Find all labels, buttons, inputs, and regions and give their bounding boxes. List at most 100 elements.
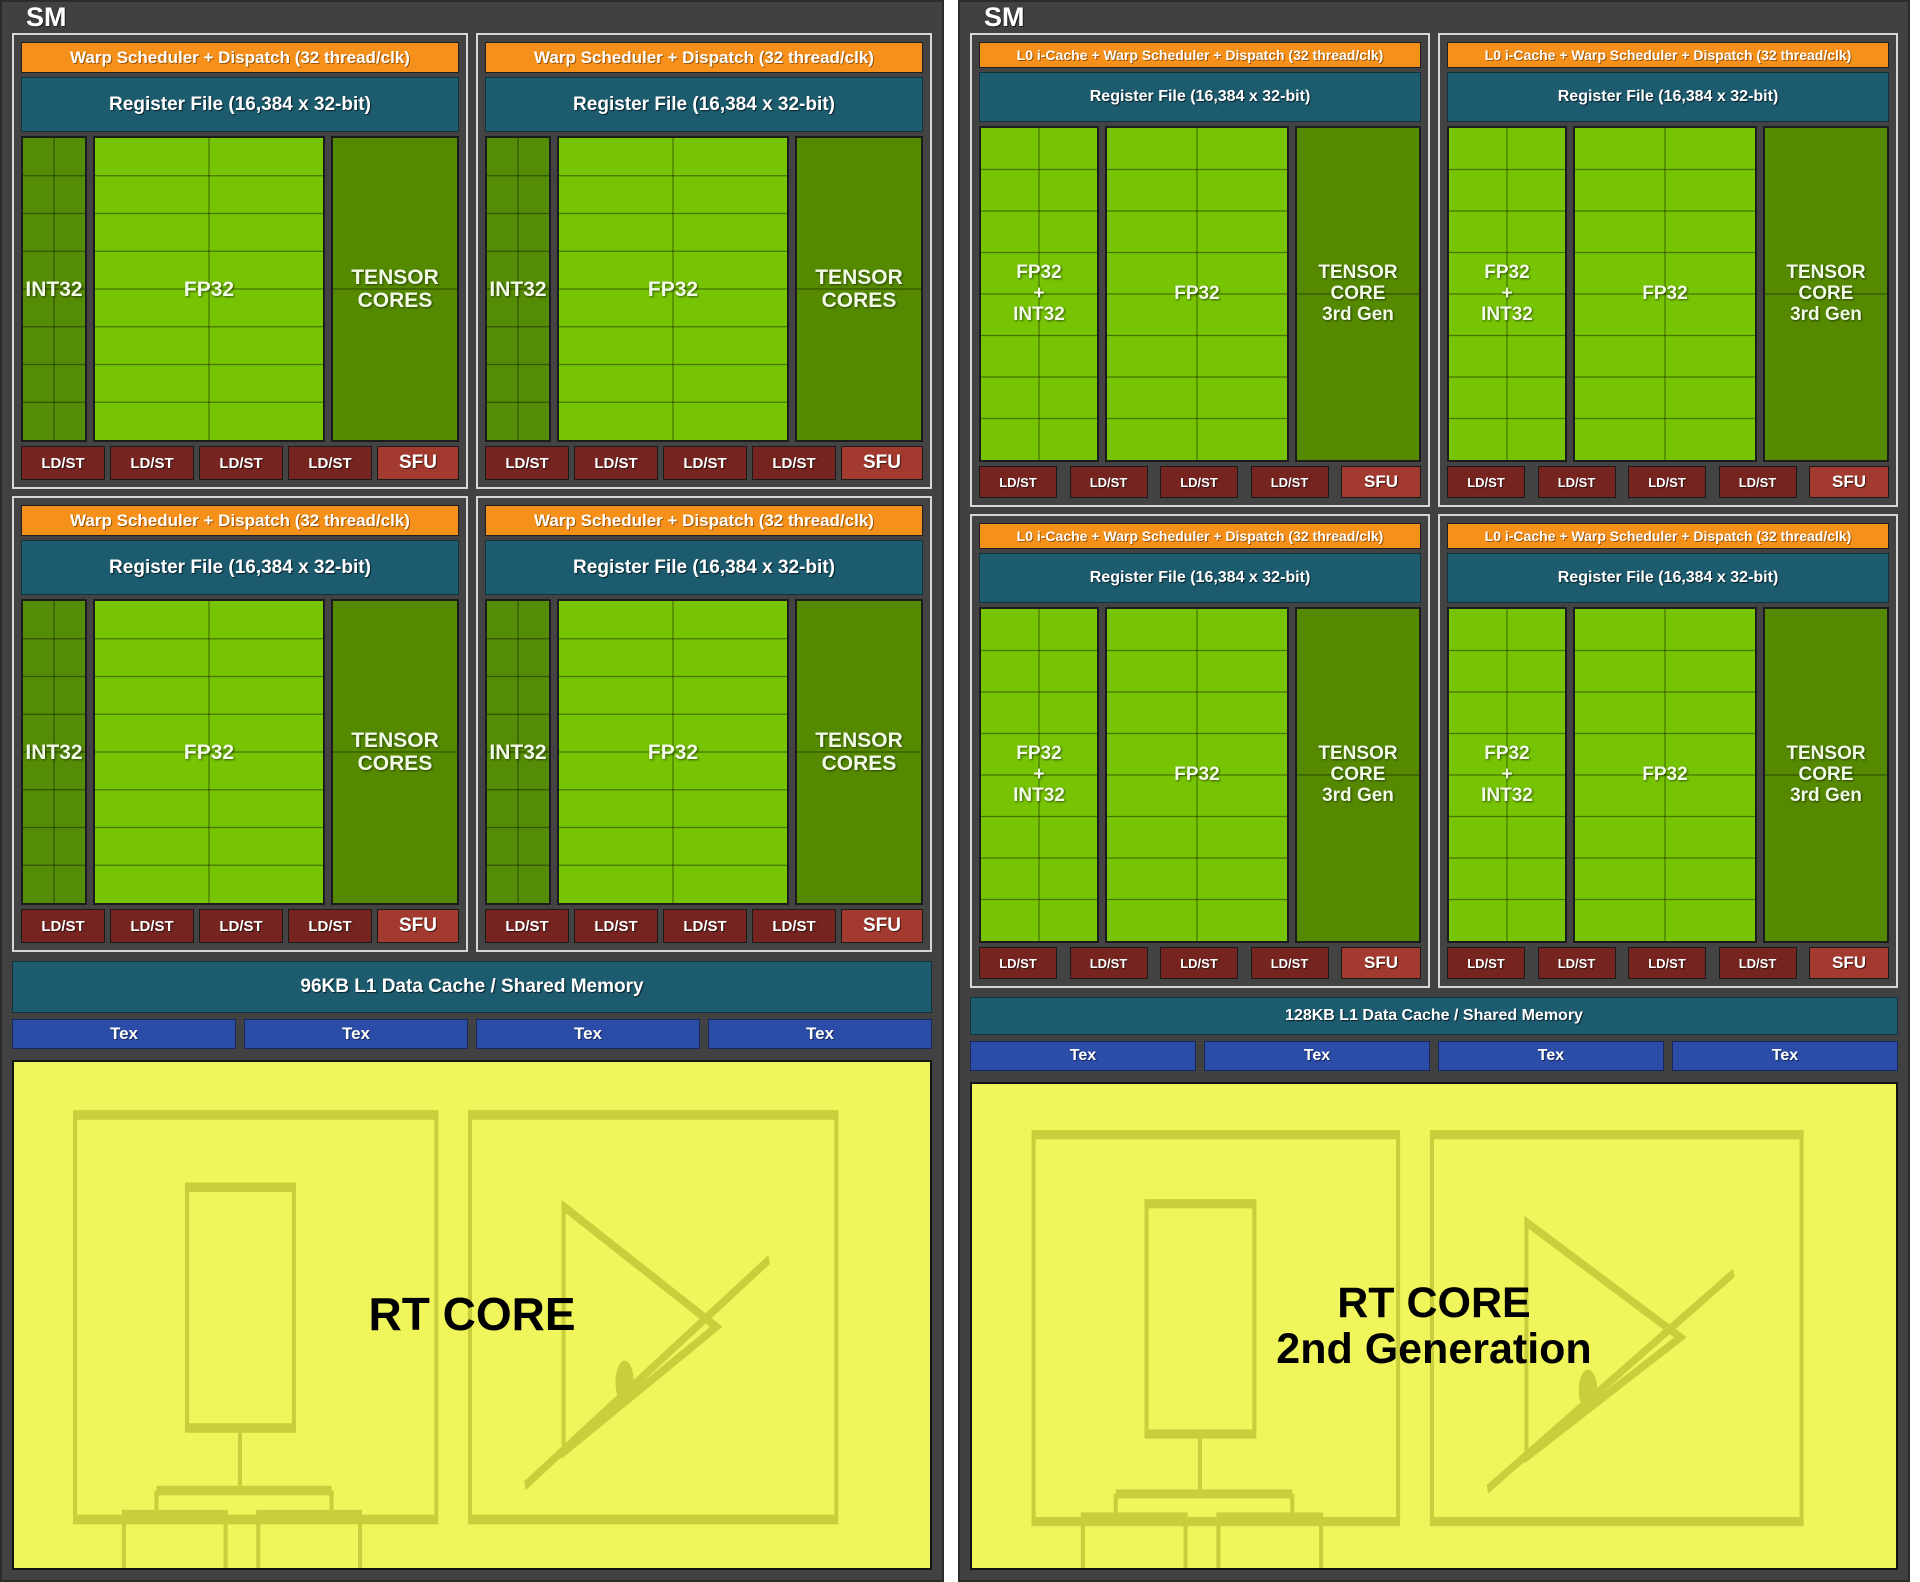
ldst-unit: LD/ST bbox=[110, 909, 194, 944]
core-grid-overlay bbox=[1297, 609, 1419, 941]
int32-core-column: INT32 bbox=[21, 136, 87, 443]
ldst-unit: LD/ST bbox=[1160, 466, 1238, 499]
ldst-unit: LD/ST bbox=[752, 909, 836, 944]
warp-scheduler-bar: Warp Scheduler + Dispatch (32 thread/clk… bbox=[21, 42, 459, 74]
core-grid-overlay bbox=[95, 138, 323, 440]
right-spb-row-top: L0 i-Cache + Warp Scheduler + Dispatch (… bbox=[970, 33, 1898, 508]
l0-icache-warp-scheduler-bar: L0 i-Cache + Warp Scheduler + Dispatch (… bbox=[979, 42, 1421, 69]
sfu-unit: SFU bbox=[841, 446, 923, 481]
ldst-unit: LD/ST bbox=[1718, 947, 1797, 980]
ldst-unit: LD/ST bbox=[1447, 466, 1525, 499]
fp32-int32-core-column: FP32 + INT32 bbox=[1447, 126, 1567, 463]
int32-label: INT32 bbox=[489, 740, 547, 764]
fp32-core-column: FP32 bbox=[93, 599, 325, 906]
tensor-core-label: TENSOR CORE 3rd Gen bbox=[1786, 262, 1866, 326]
register-file: Register File (16,384 x 32-bit) bbox=[485, 540, 923, 596]
tensor-core-label-line2: CORES bbox=[357, 752, 433, 776]
core-columns: FP32 + INT32 FP32 TENSOR CORE 3rd Gen bbox=[1447, 607, 1889, 944]
fp32-int32-core-column: FP32 + INT32 bbox=[1447, 607, 1567, 944]
core-grid-overlay bbox=[487, 138, 549, 440]
register-file: Register File (16,384 x 32-bit) bbox=[1447, 72, 1889, 123]
register-file: Register File (16,384 x 32-bit) bbox=[979, 553, 1421, 604]
fp32-label: FP32 bbox=[1642, 763, 1688, 785]
tensor-core-label: TENSOR CORE 3rd Gen bbox=[1786, 743, 1865, 807]
register-file: Register File (16,384 x 32-bit) bbox=[21, 540, 459, 596]
fp32-label: FP32 bbox=[183, 277, 235, 301]
core-grid-overlay bbox=[333, 138, 457, 440]
tensor-core-label-line2: CORE bbox=[1330, 282, 1386, 304]
tensor-core-label-line1: TENSOR bbox=[815, 266, 903, 290]
left-l1-data-cache: 96KB L1 Data Cache / Shared Memory bbox=[12, 961, 932, 1014]
core-grid-overlay bbox=[1297, 128, 1419, 460]
l0-icache-warp-scheduler-bar: L0 i-Cache + Warp Scheduler + Dispatch (… bbox=[1447, 523, 1889, 550]
tensor-core-label-line3: 3rd Gen bbox=[1790, 784, 1862, 806]
core-grid-overlay bbox=[1765, 128, 1887, 460]
left-rt-core-label: RT CORE bbox=[368, 1288, 576, 1341]
left-rt-core: RT CORE bbox=[12, 1060, 932, 1570]
right-sub-processing-block-grid: L0 i-Cache + Warp Scheduler + Dispatch (… bbox=[970, 33, 1898, 989]
sm-comparison-diagram: SM Warp Scheduler + Dispatch (32 thread/… bbox=[0, 0, 1920, 1582]
tensor-core-label-line2: CORES bbox=[821, 289, 897, 313]
ldst-unit: LD/ST bbox=[1537, 466, 1616, 499]
left-sm-title: SM bbox=[26, 2, 67, 32]
ldst-unit: LD/ST bbox=[574, 446, 658, 481]
tex-unit: Tex bbox=[12, 1019, 236, 1050]
left-sm-panel: SM Warp Scheduler + Dispatch (32 thread/… bbox=[0, 0, 944, 1582]
tensor-core-label: TENSOR CORES bbox=[815, 266, 903, 312]
tensor-core-column: TENSOR CORE 3rd Gen bbox=[1763, 607, 1889, 944]
left-tex-row: Tex Tex Tex Tex bbox=[12, 1019, 932, 1050]
left-sub-processing-block-1: Warp Scheduler + Dispatch (32 thread/clk… bbox=[12, 33, 468, 490]
core-grid-overlay bbox=[1575, 609, 1755, 941]
fp32-core-column: FP32 bbox=[557, 599, 789, 906]
fp32-int32-core-column: FP32 + INT32 bbox=[979, 607, 1099, 944]
warp-scheduler-bar: Warp Scheduler + Dispatch (32 thread/clk… bbox=[485, 505, 923, 537]
left-sub-processing-block-2: Warp Scheduler + Dispatch (32 thread/clk… bbox=[476, 33, 932, 490]
fp32-int32-line2: + bbox=[1033, 763, 1045, 785]
fp32-label: FP32 bbox=[1174, 282, 1220, 304]
sfu-unit: SFU bbox=[1809, 466, 1889, 499]
ldst-sfu-row: LD/ST LD/ST LD/ST LD/ST SFU bbox=[485, 909, 923, 944]
right-rt-core: RT CORE 2nd Generation bbox=[970, 1082, 1898, 1570]
core-grid-overlay bbox=[1449, 128, 1565, 460]
fp32-label: FP32 bbox=[183, 740, 235, 764]
fp32-int32-label: FP32 + INT32 bbox=[1013, 262, 1065, 326]
fp32-label: FP32 bbox=[1174, 763, 1220, 785]
tensor-core-label-line1: TENSOR bbox=[351, 729, 439, 753]
tensor-core-label-line1: TENSOR bbox=[1786, 262, 1866, 283]
core-columns: INT32 FP32 TENSOR CORES bbox=[485, 136, 923, 443]
rt-core-line1: RT CORE bbox=[368, 1288, 576, 1341]
ldst-unit: LD/ST bbox=[485, 446, 569, 481]
core-columns: INT32 FP32 TENSOR CORES bbox=[21, 599, 459, 906]
fp32-int32-line1: FP32 bbox=[1016, 743, 1062, 764]
tensor-core-column: TENSOR CORES bbox=[795, 599, 923, 906]
core-grid-overlay bbox=[333, 601, 457, 903]
fp32-int32-core-column: FP32 + INT32 bbox=[979, 126, 1099, 463]
fp32-int32-line3: INT32 bbox=[1481, 784, 1533, 806]
register-file: Register File (16,384 x 32-bit) bbox=[21, 77, 459, 133]
ldst-sfu-row: LD/ST LD/ST LD/ST LD/ST SFU bbox=[1447, 947, 1889, 980]
tensor-core-column: TENSOR CORES bbox=[795, 136, 923, 443]
fp32-int32-label: FP32 + INT32 bbox=[1481, 743, 1533, 807]
right-sub-processing-block-1: L0 i-Cache + Warp Scheduler + Dispatch (… bbox=[970, 33, 1430, 508]
tensor-core-label-line3: 3rd Gen bbox=[1322, 784, 1394, 806]
core-grid-overlay bbox=[559, 601, 787, 903]
ldst-unit: LD/ST bbox=[1628, 466, 1706, 499]
right-sm-title: SM bbox=[984, 2, 1025, 32]
int32-label: INT32 bbox=[25, 277, 83, 301]
ldst-sfu-row: LD/ST LD/ST LD/ST LD/ST SFU bbox=[21, 909, 459, 944]
left-sub-processing-block-grid: Warp Scheduler + Dispatch (32 thread/clk… bbox=[12, 33, 932, 953]
sfu-unit: SFU bbox=[377, 446, 459, 481]
tensor-core-label: TENSOR CORES bbox=[351, 266, 439, 312]
fp32-int32-line1: FP32 bbox=[1016, 262, 1062, 283]
right-rt-core-label: RT CORE 2nd Generation bbox=[1276, 1280, 1591, 1373]
core-grid-overlay bbox=[559, 138, 787, 440]
right-sub-processing-block-2: L0 i-Cache + Warp Scheduler + Dispatch (… bbox=[1438, 33, 1898, 508]
tensor-core-column: TENSOR CORE 3rd Gen bbox=[1763, 126, 1889, 463]
int32-label: INT32 bbox=[25, 740, 83, 764]
ldst-sfu-row: LD/ST LD/ST LD/ST LD/ST SFU bbox=[979, 466, 1421, 499]
fp32-int32-line3: INT32 bbox=[1481, 303, 1533, 325]
ldst-unit: LD/ST bbox=[1160, 947, 1238, 980]
ldst-unit: LD/ST bbox=[288, 909, 372, 944]
right-sm-panel: SM L0 i-Cache + Warp Scheduler + Dispatc… bbox=[958, 0, 1910, 1582]
fp32-core-column: FP32 bbox=[557, 136, 789, 443]
